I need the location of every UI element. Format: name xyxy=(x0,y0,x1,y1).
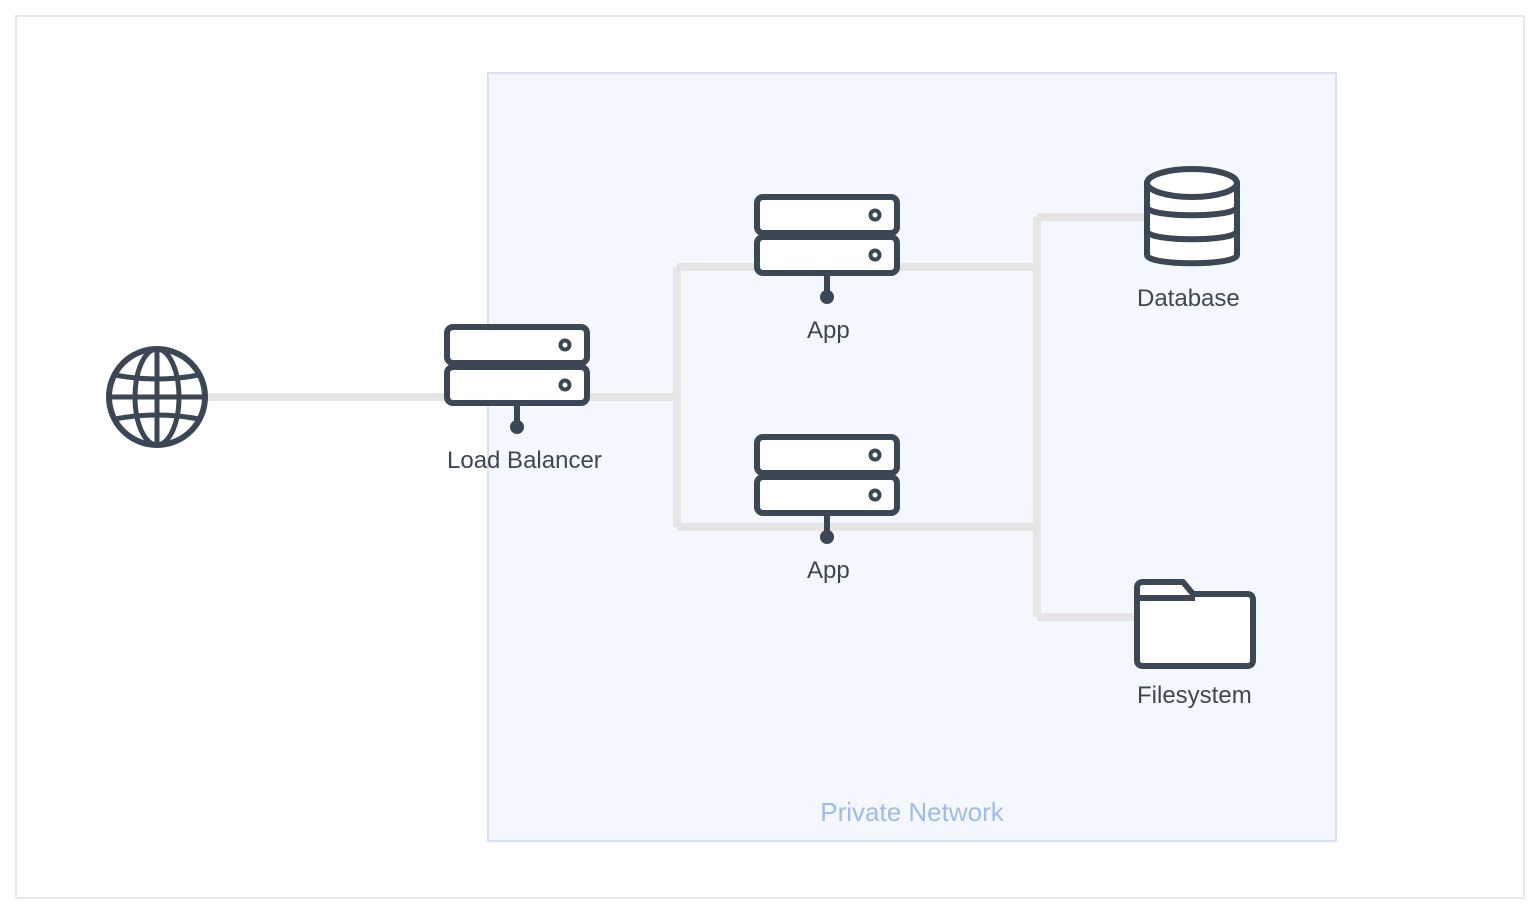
diagram-canvas: Private Network xyxy=(15,15,1525,899)
filesystem-label: Filesystem xyxy=(1137,682,1252,710)
filesystem-icon xyxy=(17,17,1523,897)
